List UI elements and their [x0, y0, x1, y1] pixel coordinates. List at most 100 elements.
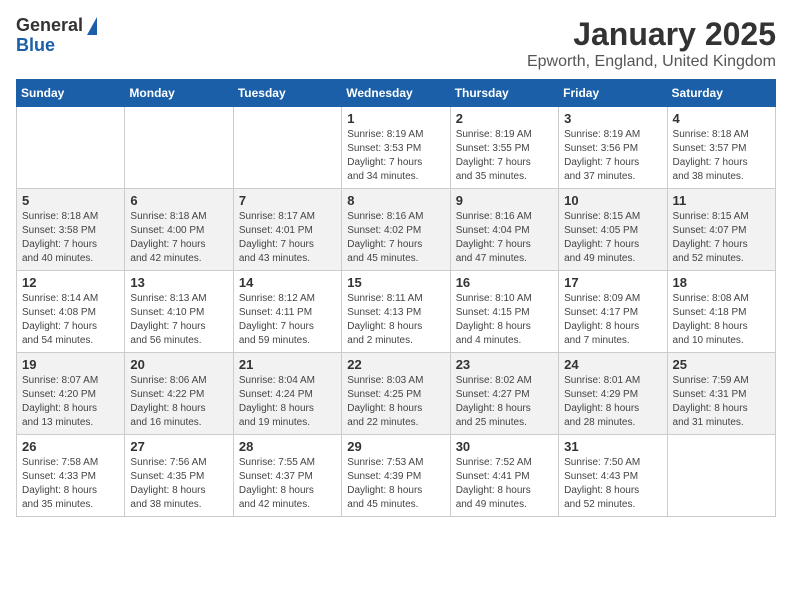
calendar-cell: 2 Sunrise: 8:19 AM Sunset: 3:55 PM Daylig… [450, 107, 558, 189]
header-saturday: Saturday [667, 80, 775, 107]
day-info: Sunrise: 8:11 AM Sunset: 4:13 PM Dayligh… [347, 292, 444, 348]
day-number: 22 [347, 357, 444, 372]
day-info: Sunrise: 7:58 AM Sunset: 4:33 PM Dayligh… [22, 456, 119, 512]
day-number: 13 [130, 275, 227, 290]
calendar-cell: 27 Sunrise: 7:56 AM Sunset: 4:35 PM Dayli… [125, 435, 233, 517]
day-number: 4 [673, 111, 770, 126]
calendar-cell: 11Sunrise: 8:15 AM Sunset: 4:07 PM Dayli… [667, 189, 775, 271]
day-info: Sunrise: 7:56 AM Sunset: 4:35 PM Dayligh… [130, 456, 227, 512]
calendar-cell [125, 107, 233, 189]
calendar-cell: 10Sunrise: 8:15 AM Sunset: 4:05 PM Dayli… [559, 189, 667, 271]
calendar-week-row: 5 Sunrise: 8:18 AM Sunset: 3:58 PM Daylig… [17, 189, 776, 271]
calendar-cell: 20 Sunrise: 8:06 AM Sunset: 4:22 PM Dayli… [125, 353, 233, 435]
day-info: Sunrise: 8:04 AM Sunset: 4:24 PM Dayligh… [239, 374, 336, 430]
calendar-week-row: 1 Sunrise: 8:19 AM Sunset: 3:53 PM Daylig… [17, 107, 776, 189]
day-info: Sunrise: 8:19 AM Sunset: 3:53 PM Dayligh… [347, 128, 444, 184]
calendar-cell: 17Sunrise: 8:09 AM Sunset: 4:17 PM Dayli… [559, 271, 667, 353]
day-info: Sunrise: 7:50 AM Sunset: 4:43 PM Dayligh… [564, 456, 661, 512]
day-info: Sunrise: 8:18 AM Sunset: 3:58 PM Dayligh… [22, 210, 119, 266]
day-number: 26 [22, 439, 119, 454]
day-number: 30 [456, 439, 553, 454]
day-info: Sunrise: 8:12 AM Sunset: 4:11 PM Dayligh… [239, 292, 336, 348]
day-info: Sunrise: 8:17 AM Sunset: 4:01 PM Dayligh… [239, 210, 336, 266]
day-number: 31 [564, 439, 661, 454]
day-number: 23 [456, 357, 553, 372]
calendar-week-row: 12 Sunrise: 8:14 AM Sunset: 4:08 PM Dayli… [17, 271, 776, 353]
day-info: Sunrise: 8:18 AM Sunset: 4:00 PM Dayligh… [130, 210, 227, 266]
day-number: 2 [456, 111, 553, 126]
day-number: 5 [22, 193, 119, 208]
day-info: Sunrise: 7:52 AM Sunset: 4:41 PM Dayligh… [456, 456, 553, 512]
header-tuesday: Tuesday [233, 80, 341, 107]
calendar-cell: 4Sunrise: 8:18 AM Sunset: 3:57 PM Daylig… [667, 107, 775, 189]
calendar-cell: 14Sunrise: 8:12 AM Sunset: 4:11 PM Dayli… [233, 271, 341, 353]
calendar-cell: 24Sunrise: 8:01 AM Sunset: 4:29 PM Dayli… [559, 353, 667, 435]
day-info: Sunrise: 8:06 AM Sunset: 4:22 PM Dayligh… [130, 374, 227, 430]
calendar-cell: 8 Sunrise: 8:16 AM Sunset: 4:02 PM Daylig… [342, 189, 450, 271]
day-number: 20 [130, 357, 227, 372]
day-info: Sunrise: 8:10 AM Sunset: 4:15 PM Dayligh… [456, 292, 553, 348]
day-number: 1 [347, 111, 444, 126]
logo-general-text: General [16, 16, 83, 36]
calendar-cell: 1 Sunrise: 8:19 AM Sunset: 3:53 PM Daylig… [342, 107, 450, 189]
day-number: 17 [564, 275, 661, 290]
header-monday: Monday [125, 80, 233, 107]
calendar: SundayMondayTuesdayWednesdayThursdayFrid… [16, 79, 776, 517]
day-info: Sunrise: 8:07 AM Sunset: 4:20 PM Dayligh… [22, 374, 119, 430]
day-info: Sunrise: 7:55 AM Sunset: 4:37 PM Dayligh… [239, 456, 336, 512]
calendar-week-row: 26 Sunrise: 7:58 AM Sunset: 4:33 PM Dayli… [17, 435, 776, 517]
day-number: 3 [564, 111, 661, 126]
logo-blue-text: Blue [16, 36, 55, 56]
header-friday: Friday [559, 80, 667, 107]
day-info: Sunrise: 8:19 AM Sunset: 3:56 PM Dayligh… [564, 128, 661, 184]
calendar-cell: 6 Sunrise: 8:18 AM Sunset: 4:00 PM Daylig… [125, 189, 233, 271]
header-sunday: Sunday [17, 80, 125, 107]
day-number: 7 [239, 193, 336, 208]
day-number: 18 [673, 275, 770, 290]
day-info: Sunrise: 8:19 AM Sunset: 3:55 PM Dayligh… [456, 128, 553, 184]
calendar-cell: 28 Sunrise: 7:55 AM Sunset: 4:37 PM Dayli… [233, 435, 341, 517]
calendar-cell: 18 Sunrise: 8:08 AM Sunset: 4:18 PM Dayli… [667, 271, 775, 353]
calendar-cell: 30 Sunrise: 7:52 AM Sunset: 4:41 PM Dayli… [450, 435, 558, 517]
day-number: 6 [130, 193, 227, 208]
day-number: 25 [673, 357, 770, 372]
day-info: Sunrise: 7:59 AM Sunset: 4:31 PM Dayligh… [673, 374, 770, 430]
day-number: 21 [239, 357, 336, 372]
calendar-cell [667, 435, 775, 517]
title-area: January 2025 Epworth, England, United Ki… [527, 16, 776, 71]
calendar-cell: 31 Sunrise: 7:50 AM Sunset: 4:43 PM Dayli… [559, 435, 667, 517]
header: General Blue January 2025 Epworth, Engla… [16, 16, 776, 71]
day-number: 12 [22, 275, 119, 290]
logo: General Blue [16, 16, 97, 56]
day-number: 28 [239, 439, 336, 454]
calendar-cell: 12 Sunrise: 8:14 AM Sunset: 4:08 PM Dayli… [17, 271, 125, 353]
day-info: Sunrise: 8:15 AM Sunset: 4:05 PM Dayligh… [564, 210, 661, 266]
header-thursday: Thursday [450, 80, 558, 107]
day-info: Sunrise: 8:16 AM Sunset: 4:02 PM Dayligh… [347, 210, 444, 266]
day-number: 8 [347, 193, 444, 208]
day-number: 11 [673, 193, 770, 208]
day-info: Sunrise: 8:13 AM Sunset: 4:10 PM Dayligh… [130, 292, 227, 348]
day-info: Sunrise: 7:53 AM Sunset: 4:39 PM Dayligh… [347, 456, 444, 512]
day-number: 16 [456, 275, 553, 290]
calendar-cell: 3 Sunrise: 8:19 AM Sunset: 3:56 PM Daylig… [559, 107, 667, 189]
day-info: Sunrise: 8:03 AM Sunset: 4:25 PM Dayligh… [347, 374, 444, 430]
day-info: Sunrise: 8:16 AM Sunset: 4:04 PM Dayligh… [456, 210, 553, 266]
calendar-cell: 19Sunrise: 8:07 AM Sunset: 4:20 PM Dayli… [17, 353, 125, 435]
calendar-cell: 22 Sunrise: 8:03 AM Sunset: 4:25 PM Dayli… [342, 353, 450, 435]
calendar-cell: 5 Sunrise: 8:18 AM Sunset: 3:58 PM Daylig… [17, 189, 125, 271]
calendar-cell: 16 Sunrise: 8:10 AM Sunset: 4:15 PM Dayli… [450, 271, 558, 353]
day-number: 29 [347, 439, 444, 454]
logo-icon [87, 17, 97, 35]
day-number: 15 [347, 275, 444, 290]
calendar-cell: 21 Sunrise: 8:04 AM Sunset: 4:24 PM Dayli… [233, 353, 341, 435]
calendar-cell [17, 107, 125, 189]
calendar-cell: 23Sunrise: 8:02 AM Sunset: 4:27 PM Dayli… [450, 353, 558, 435]
location-title: Epworth, England, United Kingdom [527, 53, 776, 71]
calendar-cell [233, 107, 341, 189]
day-number: 27 [130, 439, 227, 454]
day-info: Sunrise: 8:01 AM Sunset: 4:29 PM Dayligh… [564, 374, 661, 430]
day-info: Sunrise: 8:08 AM Sunset: 4:18 PM Dayligh… [673, 292, 770, 348]
day-info: Sunrise: 8:14 AM Sunset: 4:08 PM Dayligh… [22, 292, 119, 348]
calendar-header-row: SundayMondayTuesdayWednesdayThursdayFrid… [17, 80, 776, 107]
